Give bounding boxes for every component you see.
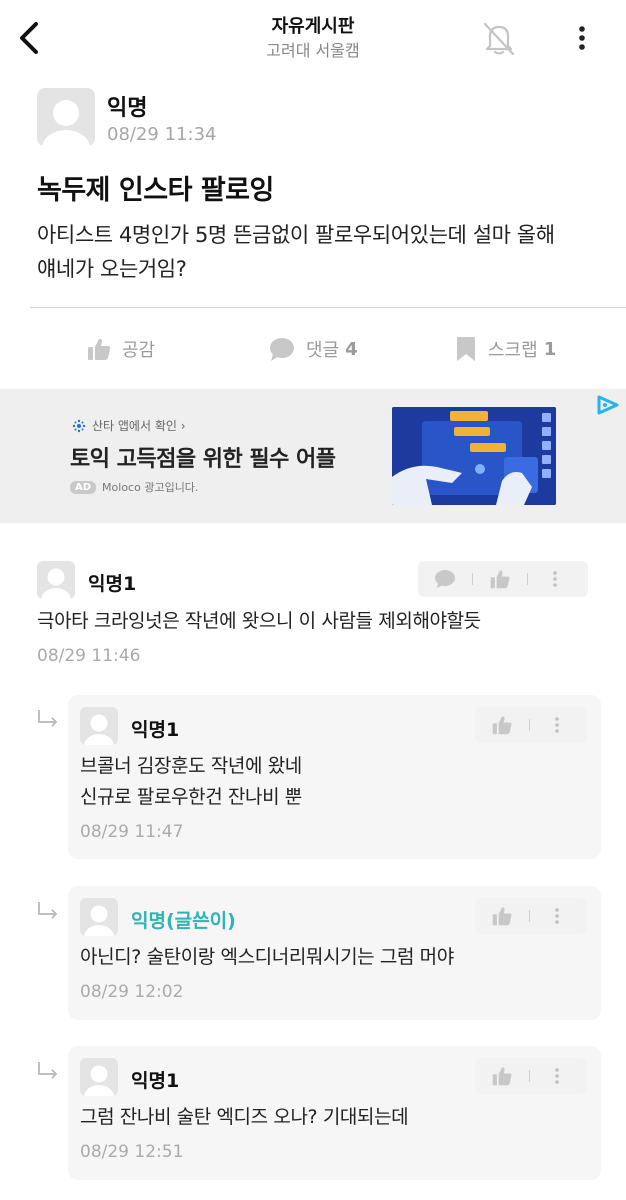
reply-item: 익명(글쓴이) 아닌디? 술탄이랑 엑스디너리뭐시기는 그럼 머야 08/29 …	[68, 886, 601, 1020]
reply-like-button[interactable]	[475, 707, 529, 743]
reply-toolbox	[475, 898, 587, 934]
reply-timestamp: 08/29 12:51	[80, 1142, 184, 1162]
avatar	[80, 898, 118, 936]
avatar	[37, 561, 75, 599]
bookmark-icon	[457, 337, 475, 361]
speech-bubble-icon	[435, 570, 455, 588]
ad-image	[392, 407, 556, 505]
default-avatar-icon	[41, 568, 71, 599]
thumbs-up-icon	[88, 338, 111, 360]
reply-button[interactable]	[418, 561, 472, 597]
more-vertical-icon	[555, 717, 559, 733]
ad-disclosure-text: Moloco 광고입니다.	[102, 481, 199, 494]
reply-like-button[interactable]	[475, 898, 529, 934]
reply-like-button[interactable]	[475, 1058, 529, 1094]
scrap-count: 1	[543, 338, 557, 360]
reply-timestamp: 08/29 11:47	[80, 822, 184, 842]
like-button[interactable]: 공감	[86, 325, 155, 373]
thumbs-up-icon	[492, 1067, 512, 1086]
comment-timestamp: 08/29 11:46	[37, 646, 141, 666]
like-label: 공감	[122, 340, 156, 361]
thumbs-up-icon	[492, 907, 512, 926]
default-avatar-icon	[84, 1065, 114, 1096]
santa-logo-icon	[72, 419, 86, 432]
campus-subtitle: 고려대 서울캠	[266, 41, 360, 60]
scrap-label: 스크랩	[488, 340, 538, 361]
bell-off-icon	[483, 22, 515, 56]
more-vertical-icon	[553, 571, 557, 587]
speech-bubble-icon	[270, 338, 294, 361]
avatar	[37, 88, 95, 146]
comment-toolbox	[418, 561, 588, 597]
post-actions: 공감 댓글 4 스크랩 1	[0, 325, 626, 375]
reply-text-line: 브콜너 김장훈도 작년에 왔네	[80, 755, 302, 777]
ad-disclosure: AD Moloco 광고입니다.	[70, 479, 198, 495]
ad-badge: AD	[70, 480, 97, 494]
ad-headline: 토익 고득점을 위한 필수 어플	[70, 447, 336, 472]
more-vertical-icon	[579, 26, 585, 50]
ad-illustration	[392, 407, 556, 505]
more-vertical-icon	[555, 908, 559, 924]
more-vertical-icon	[555, 1068, 559, 1084]
default-avatar-icon	[84, 714, 114, 745]
ad-choices-button[interactable]	[594, 394, 622, 416]
ad-choices-icon	[597, 395, 619, 415]
reply-text-line: 그럼 잔나비 술탄 엑디즈 오나? 기대되는데	[80, 1106, 409, 1128]
avatar	[80, 707, 118, 745]
thumbs-up-icon	[492, 716, 512, 735]
post-timestamp: 08/29 11:34	[107, 124, 217, 145]
comment-label: 댓글	[306, 340, 340, 361]
notification-toggle-button[interactable]	[478, 17, 520, 59]
reply-more-button[interactable]	[530, 707, 584, 743]
avatar	[80, 1058, 118, 1096]
reply-more-button[interactable]	[530, 898, 584, 934]
reply-arrow-icon	[38, 902, 58, 919]
more-options-button[interactable]	[566, 20, 598, 56]
board-title: 자유게시판	[271, 16, 355, 37]
ad-source-text: 산타 앱에서 확인 ›	[92, 419, 186, 433]
post-title: 녹두제 인스타 팔로잉	[37, 175, 274, 206]
reply-toolbox	[475, 1058, 587, 1094]
post-body-line: 아티스트 4명인가 5명 뜬금없이 팔로우되어있는데 설마 올해	[37, 223, 555, 247]
comment-button[interactable]: 댓글 4	[268, 325, 358, 373]
reply-arrow-icon	[38, 710, 58, 727]
board-title-block: 자유게시판 고려대 서울캠	[0, 16, 626, 62]
reply-arrow-icon	[38, 1062, 58, 1079]
comment-text: 극아타 크라잉넛은 작년에 왓으니 이 사람들 제외해야할듯	[37, 610, 481, 632]
reply-item: 익명1 브콜너 김장훈도 작년에 왔네 신규로 팔로우한건 잔나비 뿐 08/2…	[68, 695, 601, 859]
reply-item: 익명1 그럼 잔나비 술탄 엑디즈 오나? 기대되는데 08/29 12:51	[68, 1046, 601, 1180]
thumbs-up-icon	[490, 570, 510, 589]
reply-author: 익명1	[131, 719, 180, 741]
comment-count: 4	[345, 338, 358, 360]
post-author-block: 익명 08/29 11:34	[37, 88, 437, 146]
reply-text-line: 아닌디? 술탄이랑 엑스디너리뭐시기는 그럼 머야	[80, 946, 454, 968]
post-body-line: 얘네가 오는거임?	[37, 257, 187, 281]
reply-timestamp: 08/29 12:02	[80, 982, 184, 1002]
divider	[30, 307, 626, 308]
post-body: 아티스트 4명인가 5명 뜬금없이 팔로우되어있는데 설마 올해 얘네가 오는거…	[37, 218, 597, 286]
ad-source: 산타 앱에서 확인 ›	[72, 417, 186, 434]
post-author-name: 익명	[107, 96, 148, 121]
reply-author: 익명1	[131, 1070, 180, 1092]
scrap-button[interactable]: 스크랩 1	[454, 325, 556, 373]
top-bar: 자유게시판 고려대 서울캠	[0, 0, 626, 80]
ad-banner[interactable]: 산타 앱에서 확인 › 토익 고득점을 위한 필수 어플 AD Moloco 광…	[0, 389, 626, 523]
default-avatar-icon	[42, 100, 90, 146]
comment-author: 익명1	[88, 573, 137, 595]
default-avatar-icon	[84, 905, 114, 936]
reply-toolbox	[475, 707, 587, 743]
reply-more-button[interactable]	[530, 1058, 584, 1094]
comment-more-button[interactable]	[528, 561, 582, 597]
reply-author-op: 익명(글쓴이)	[131, 910, 236, 932]
reply-text-line: 신규로 팔로우한건 잔나비 뿐	[80, 786, 302, 808]
comment-item: 익명1 극아타 크라잉넛은 작년에 왓으니 이 사람들 제외해야할듯 08/29…	[0, 548, 626, 678]
comment-like-button[interactable]	[473, 561, 527, 597]
